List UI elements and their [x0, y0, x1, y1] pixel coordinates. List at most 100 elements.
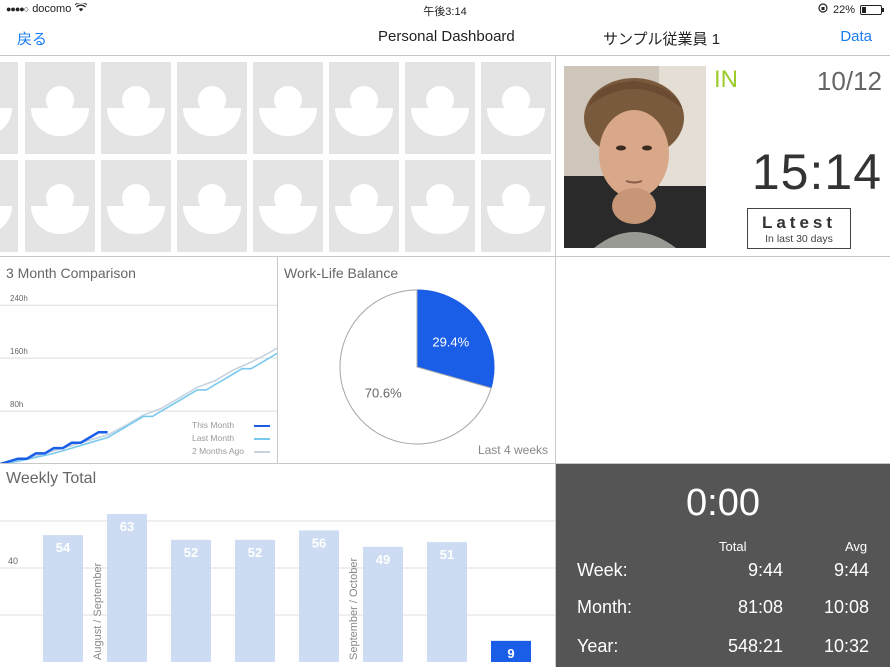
- avatar-body-icon: [259, 206, 317, 234]
- legend-item: Last Month: [192, 432, 270, 445]
- avatar-body-icon: [411, 108, 469, 136]
- avatar-body-icon: [335, 206, 393, 234]
- avatar-body-icon: [31, 206, 89, 234]
- y-tick-label: 40: [8, 556, 18, 566]
- summary-row-label: Week:: [577, 560, 628, 580]
- legend-item: 2 Months Ago: [192, 445, 270, 458]
- bar-value-label: 51: [440, 547, 454, 562]
- summary-row-total: 9:44: [747, 560, 783, 580]
- current-session-time: 0:00: [686, 482, 760, 524]
- y-tick-label: 240h: [10, 294, 28, 303]
- pie-slice-label: 70.6%: [365, 386, 402, 401]
- summary-row-week: Week: 9:44 9:44: [556, 560, 890, 590]
- empty-panel: [556, 257, 890, 464]
- current-time: 15:14: [751, 144, 882, 200]
- series-line: [0, 430, 108, 463]
- summary-row-total: 81:08: [737, 597, 783, 617]
- avatar-placeholder[interactable]: [329, 160, 399, 252]
- avatar-body-icon: [31, 108, 89, 136]
- legend-label: Last Month: [192, 433, 235, 443]
- avatar-placeholder[interactable]: [177, 62, 247, 154]
- avatar-placeholder[interactable]: [253, 160, 323, 252]
- current-date: 10/12: [816, 66, 882, 96]
- legend-item: This Month: [192, 419, 270, 432]
- status-time: 午後3:14: [423, 6, 467, 18]
- bar-value-label: 52: [184, 545, 198, 560]
- period-separator-label: August / September: [92, 562, 104, 660]
- summary-row-avg: 9:44: [833, 560, 869, 580]
- weekly-total-chart: 40 54 63 52 52 56 49 51 9 August / September Septe…: [0, 464, 556, 667]
- avatar-placeholder[interactable]: [481, 62, 551, 154]
- employee-photo: [564, 66, 706, 248]
- latest-label: Latest: [761, 213, 837, 232]
- avatar-placeholder[interactable]: [25, 160, 95, 252]
- avatar-body-icon: [0, 108, 12, 136]
- period-separator-label: September / October: [348, 558, 360, 660]
- summary-row-year: Year: 548:21 10:32: [556, 636, 890, 666]
- avatar-placeholder[interactable]: [481, 160, 551, 252]
- worklife-period: Last 4 weeks: [477, 443, 548, 457]
- worklife-title: Work-Life Balance: [284, 265, 399, 281]
- navigation-bar: 戻る Personal Dashboard サンプル従業員 1 Data: [0, 18, 890, 56]
- data-button[interactable]: Data: [840, 28, 872, 45]
- bar-value-label: 49: [376, 552, 390, 567]
- summary-row-avg: 10:32: [823, 636, 869, 656]
- avatar-placeholder[interactable]: [25, 62, 95, 154]
- avatar-body-icon: [107, 108, 165, 136]
- avatar-placeholder[interactable]: [253, 62, 323, 154]
- y-tick-label: 160h: [10, 347, 28, 356]
- y-tick-label: 80h: [10, 400, 23, 409]
- three-month-comparison-chart: 80h 160h 240h 3 Month Comparison This Mont…: [0, 257, 278, 464]
- legend-label: This Month: [192, 420, 235, 430]
- hours-summary-panel: 0:00 Total Avg Week: 9:44 9:44 Month: 81…: [556, 464, 890, 667]
- avatar-body-icon: [411, 206, 469, 234]
- total-column-header: Total: [719, 539, 747, 554]
- avatar-body-icon: [183, 206, 241, 234]
- avatar-placeholder[interactable]: [101, 160, 171, 252]
- page-title: Personal Dashboard: [378, 28, 515, 45]
- legend-swatch: [254, 437, 270, 440]
- summary-row-label: Year:: [577, 636, 619, 656]
- avatar-placeholder[interactable]: [405, 62, 475, 154]
- bar-value-label: 63: [120, 519, 134, 534]
- avatar-placeholder[interactable]: [0, 160, 18, 252]
- avatar-body-icon: [183, 108, 241, 136]
- avatar-body-icon: [0, 206, 12, 234]
- battery-percent: 22%: [832, 3, 855, 16]
- bar-value-label: 56: [312, 535, 326, 550]
- avatar-placeholder[interactable]: [405, 160, 475, 252]
- employee-name: サンプル従業員 1: [603, 31, 721, 48]
- legend-swatch: [254, 424, 270, 427]
- weekly-title: Weekly Total: [6, 470, 97, 487]
- avatar-placeholder[interactable]: [0, 62, 18, 154]
- status-bar: ●●●●○ docomo 午後3:14 22%: [0, 0, 890, 18]
- avatar-body-icon: [487, 108, 545, 136]
- legend-swatch: [254, 450, 270, 453]
- summary-row-month: Month: 81:08 10:08: [556, 597, 890, 627]
- avatar-placeholder[interactable]: [101, 62, 171, 154]
- weekly-chart-canvas: 40 54 63 52 52 56 49 51 9 August / September Septe…: [0, 513, 555, 662]
- bar: [107, 513, 147, 662]
- avatar-body-icon: [259, 108, 317, 136]
- bar-value-label: 9: [507, 646, 514, 661]
- avatar-body-icon: [335, 108, 393, 136]
- back-button[interactable]: 戻る: [17, 28, 47, 49]
- avatar-body-icon: [487, 206, 545, 234]
- bar-value-label: 54: [56, 540, 71, 555]
- avatar-body-icon: [107, 206, 165, 234]
- latest-sub-label: In last 30 days: [765, 233, 833, 245]
- attendance-status: IN: [714, 66, 738, 93]
- pie-chart-canvas: 29.4% 70.6%: [339, 289, 495, 445]
- summary-row-total: 548:21: [727, 636, 783, 656]
- employee-avatar-grid: [0, 56, 556, 257]
- latest-button[interactable]: Latest In last 30 days: [747, 208, 851, 249]
- avatar-placeholder[interactable]: [329, 62, 399, 154]
- comparison-legend: This Month Last Month 2 Months Ago: [192, 419, 270, 458]
- legend-label: 2 Months Ago: [192, 446, 244, 456]
- comparison-title: 3 Month Comparison: [6, 265, 136, 281]
- avatar-placeholder[interactable]: [177, 160, 247, 252]
- summary-row-avg: 10:08: [823, 597, 869, 617]
- battery-icon: [860, 4, 884, 15]
- rotation-lock-icon: [818, 3, 828, 16]
- summary-row-label: Month:: [577, 597, 633, 617]
